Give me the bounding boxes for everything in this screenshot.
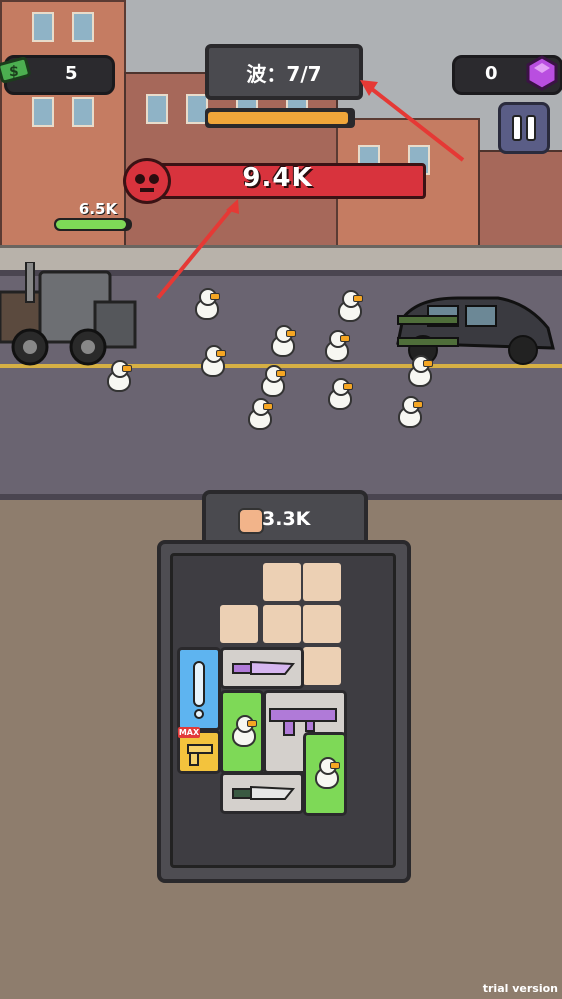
- duck-unit: [405, 355, 433, 387]
- duck-unit: [245, 398, 273, 430]
- duck-unit: [268, 325, 296, 357]
- baseball-bat-item[interactable]: [177, 647, 221, 731]
- trial-watermark: trial version: [482, 982, 558, 995]
- grid-cell[interactable]: [303, 605, 341, 643]
- duck-icon: [312, 757, 340, 789]
- power-value: 3.3K: [262, 508, 311, 530]
- grid-cell[interactable]: [303, 647, 341, 685]
- knife-item-bottom[interactable]: [220, 772, 304, 814]
- duck-unit: [322, 330, 350, 362]
- knife-item-top[interactable]: [220, 647, 304, 689]
- annotation-arrows: [156, 80, 465, 300]
- duck-unit: [325, 378, 353, 410]
- bat-icon: [193, 661, 205, 719]
- duck-icon: [229, 715, 257, 747]
- grid-cell[interactable]: [303, 563, 341, 601]
- grid-cell[interactable]: [263, 563, 301, 601]
- knife-icon: [232, 660, 296, 675]
- duck-unit-item[interactable]: [303, 732, 347, 816]
- grid-cell[interactable]: [263, 605, 301, 643]
- duck-unit: [198, 345, 226, 377]
- knife-icon: [232, 785, 296, 800]
- arrow-to-wave: [366, 84, 465, 162]
- max-badge: MAX: [178, 727, 200, 738]
- fist-icon: [238, 508, 264, 534]
- duck-unit: [395, 396, 423, 428]
- duck-unit-item[interactable]: [220, 690, 264, 774]
- grid-cell[interactable]: [220, 605, 258, 643]
- duck-unit: [258, 365, 286, 397]
- arrow-to-boss-hp: [156, 206, 234, 300]
- duck-unit: [104, 360, 132, 392]
- pistol-icon: [187, 744, 213, 766]
